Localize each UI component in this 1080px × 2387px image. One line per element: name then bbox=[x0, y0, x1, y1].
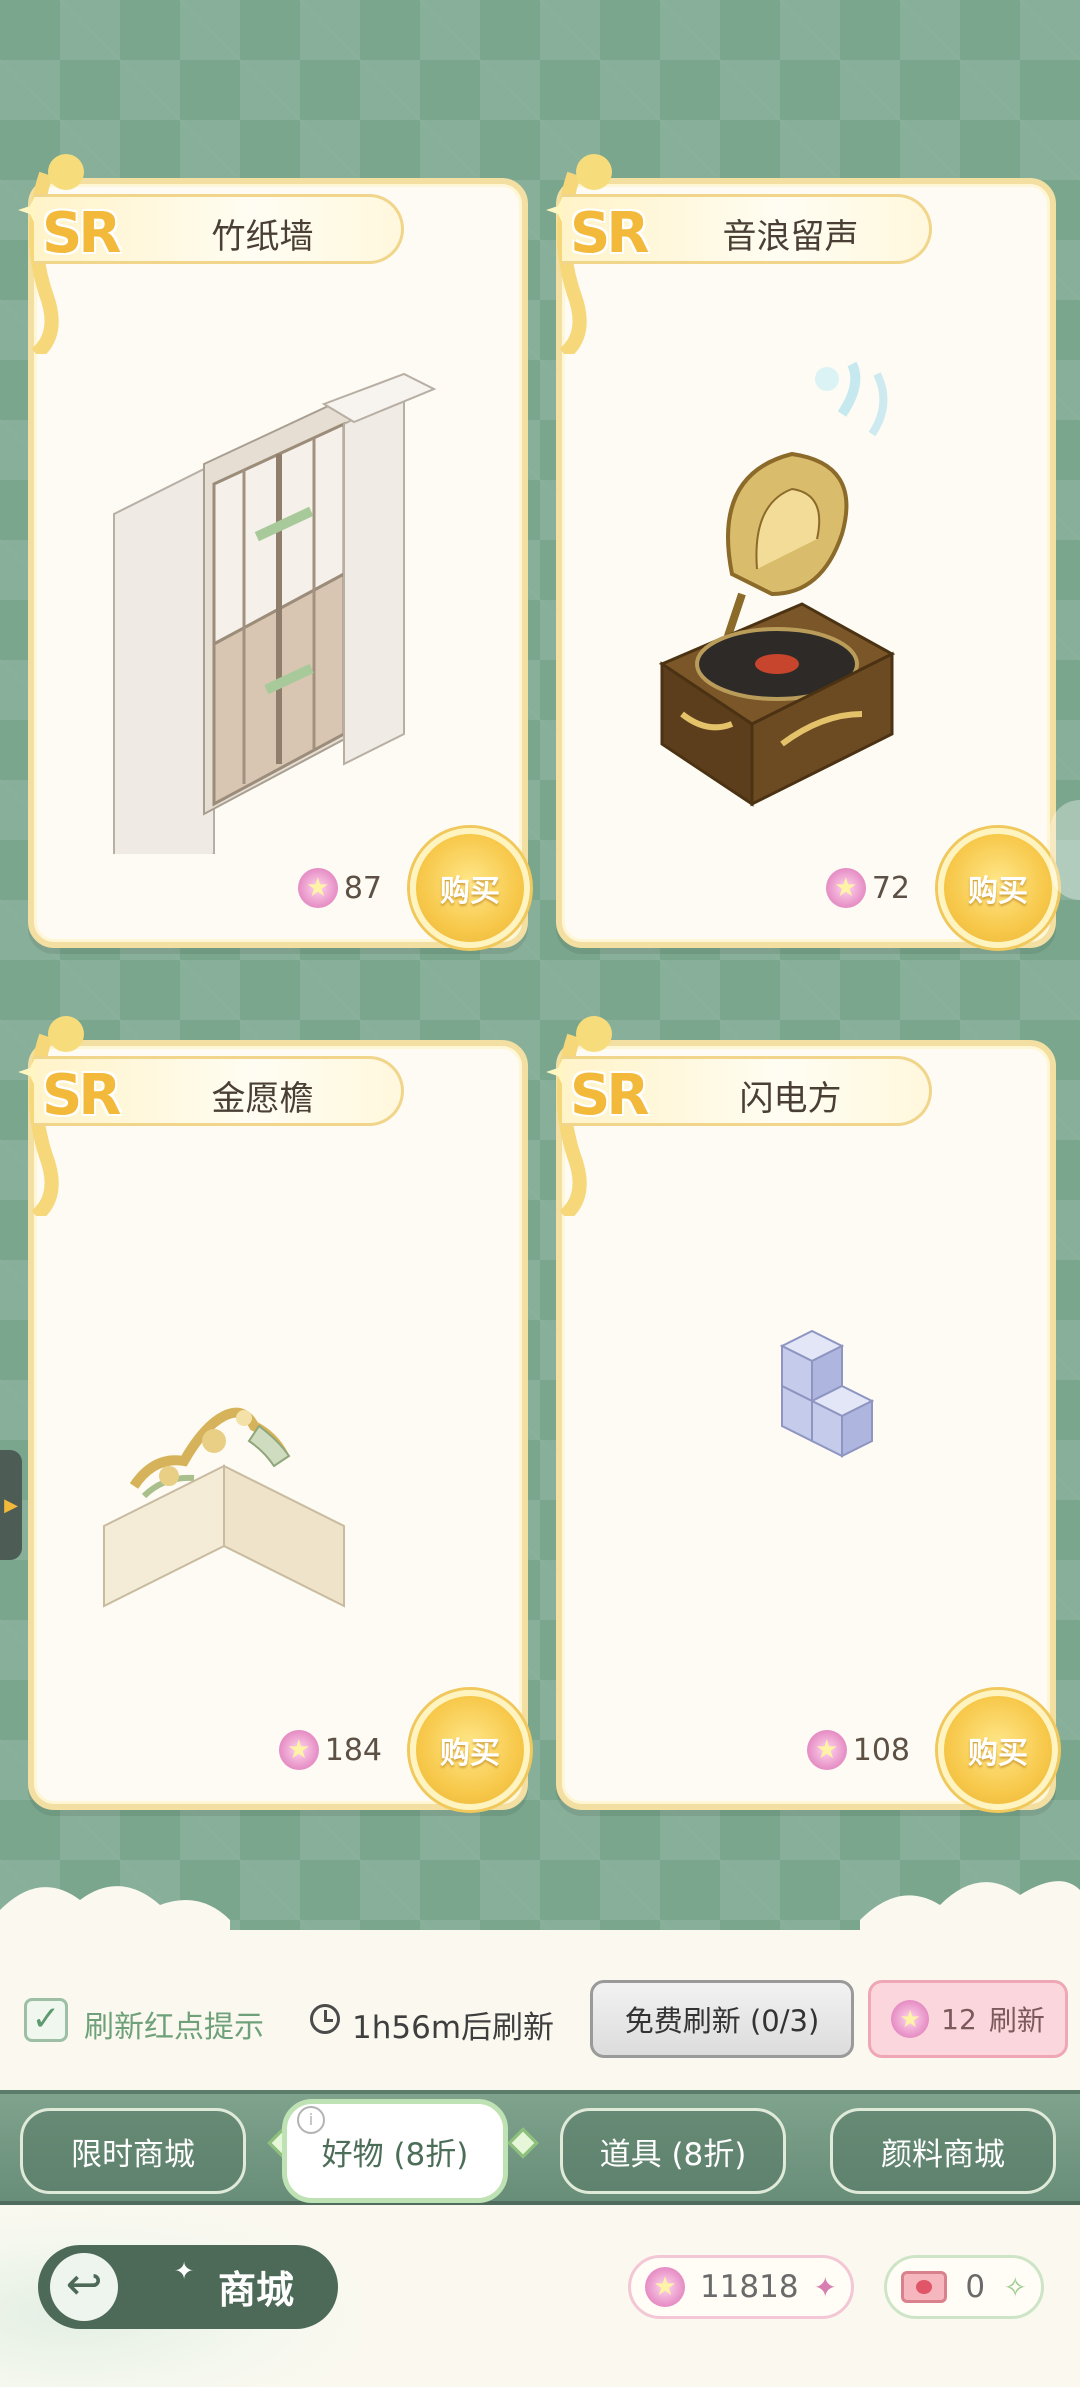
page-title: 商城 bbox=[218, 2268, 295, 2312]
card-header: SR 闪电方 bbox=[562, 1056, 932, 1128]
back-button[interactable]: ↩ ✦ 商城 bbox=[38, 2245, 338, 2329]
info-icon[interactable]: i bbox=[297, 2106, 325, 2134]
chevron-right-icon: ▶ bbox=[4, 1494, 18, 1516]
buy-button[interactable]: 购买 bbox=[938, 828, 1058, 948]
red-dot-reminder-checkbox[interactable]: ✓ bbox=[24, 1998, 68, 2042]
gramophone-icon bbox=[658, 361, 896, 807]
shop-category-tabs: 限时商城 i 好物 (8折) 道具 (8折) 颜料商城 bbox=[0, 2090, 1080, 2205]
star-currency-balance[interactable]: ★ 11818 ✦ bbox=[628, 2255, 854, 2319]
tab-paint-shop[interactable]: 颜料商城 bbox=[830, 2108, 1056, 2194]
card-header: SR 音浪留声 bbox=[562, 194, 932, 266]
buy-button[interactable]: 购买 bbox=[938, 1690, 1058, 1810]
star-currency-icon: ★ bbox=[278, 1730, 319, 1770]
tab-goods[interactable]: i 好物 (8折) bbox=[282, 2099, 508, 2203]
golden-eave-icon bbox=[103, 1407, 345, 1608]
star-balance-value: 11818 bbox=[699, 2269, 799, 2305]
card-header: SR 竹纸墙 bbox=[34, 194, 404, 266]
shop-card-gramophone[interactable]: SR 音浪留声 ★ 72 购买 bbox=[546, 154, 1058, 948]
rarity-badge: SR bbox=[42, 1063, 121, 1128]
ticket-icon bbox=[901, 2271, 947, 2303]
card-header: SR 金愿檐 bbox=[34, 1056, 404, 1128]
paid-refresh-label: 刷新 bbox=[988, 2004, 1045, 2037]
add-stars-icon[interactable]: ✦ bbox=[814, 2271, 837, 2304]
shop-item-grid: SR 竹纸墙 ★ 87 购买 SR 音浪留声 ★ 72 购买 SR 金愿檐 ★ … bbox=[0, 0, 1080, 1950]
price-tag: ★ 87 bbox=[297, 868, 382, 908]
tab-goods-label: 好物 (8折) bbox=[321, 2136, 469, 2173]
ticket-balance-value: 0 bbox=[965, 2269, 986, 2305]
price-tag: ★ 72 bbox=[825, 868, 910, 908]
paid-refresh-button[interactable]: ★ 12 刷新 bbox=[868, 1980, 1068, 2058]
bamboo-paper-wall-icon bbox=[113, 372, 437, 854]
item-name: 竹纸墙 bbox=[211, 217, 314, 257]
shop-card-lightning-block[interactable]: SR 闪电方 ★ 108 购买 bbox=[546, 1016, 1058, 1810]
refresh-bar: ✓ 刷新红点提示 1h56m后刷新 免费刷新 (0/3) ★ 12 刷新 bbox=[0, 1950, 1080, 2090]
clock-icon bbox=[310, 2004, 340, 2034]
price-tag: ★ 184 bbox=[278, 1730, 382, 1770]
price-value: 184 bbox=[324, 1732, 382, 1768]
paid-refresh-cost: 12 bbox=[941, 2002, 977, 2036]
item-name: 闪电方 bbox=[739, 1079, 842, 1119]
lightning-block-icon bbox=[779, 1329, 875, 1458]
rarity-badge: SR bbox=[42, 201, 121, 266]
free-refresh-button[interactable]: 免费刷新 (0/3) bbox=[590, 1980, 854, 2058]
price-value: 108 bbox=[852, 1732, 910, 1768]
buy-button[interactable]: 购买 bbox=[410, 828, 530, 948]
tab-limited-shop[interactable]: 限时商城 bbox=[20, 2108, 246, 2194]
side-scroll-handle[interactable] bbox=[1050, 800, 1080, 900]
star-currency-icon: ★ bbox=[825, 868, 866, 908]
rarity-badge: SR bbox=[570, 201, 649, 266]
refresh-timer: 1h56m后刷新 bbox=[352, 2010, 555, 2046]
price-value: 72 bbox=[871, 870, 910, 906]
star-currency-icon: ★ bbox=[645, 2267, 685, 2307]
tab-props[interactable]: 道具 (8折) bbox=[560, 2108, 786, 2194]
rarity-badge: SR bbox=[570, 1063, 649, 1128]
shop-card-golden-eave[interactable]: SR 金愿檐 ★ 184 购买 bbox=[18, 1016, 530, 1810]
shop-card-bamboo-wall[interactable]: SR 竹纸墙 ★ 87 购买 bbox=[18, 154, 530, 948]
diamond-icon bbox=[507, 2127, 539, 2159]
price-tag: ★ 108 bbox=[806, 1730, 910, 1770]
red-dot-reminder-label: 刷新红点提示 bbox=[84, 2010, 264, 2045]
add-tickets-icon[interactable]: ✧ bbox=[1004, 2271, 1027, 2304]
item-name: 金愿檐 bbox=[211, 1079, 314, 1119]
buy-button[interactable]: 购买 bbox=[410, 1690, 530, 1810]
cloud-decoration-icon bbox=[0, 1881, 1080, 1950]
side-drawer-toggle[interactable]: ▶ bbox=[0, 1450, 22, 1560]
star-currency-icon: ★ bbox=[891, 2000, 930, 2038]
bottom-bar: ↩ ✦ 商城 ★ 11818 ✦ 0 ✧ bbox=[0, 2205, 1080, 2387]
sparkle-icon: ✦ bbox=[174, 2257, 195, 2285]
back-arrow-icon: ↩ bbox=[50, 2253, 118, 2321]
star-currency-icon: ★ bbox=[297, 868, 338, 908]
item-name: 音浪留声 bbox=[722, 217, 859, 257]
star-currency-icon: ★ bbox=[806, 1730, 847, 1770]
price-value: 87 bbox=[343, 870, 382, 906]
ticket-currency-balance[interactable]: 0 ✧ bbox=[884, 2255, 1044, 2319]
